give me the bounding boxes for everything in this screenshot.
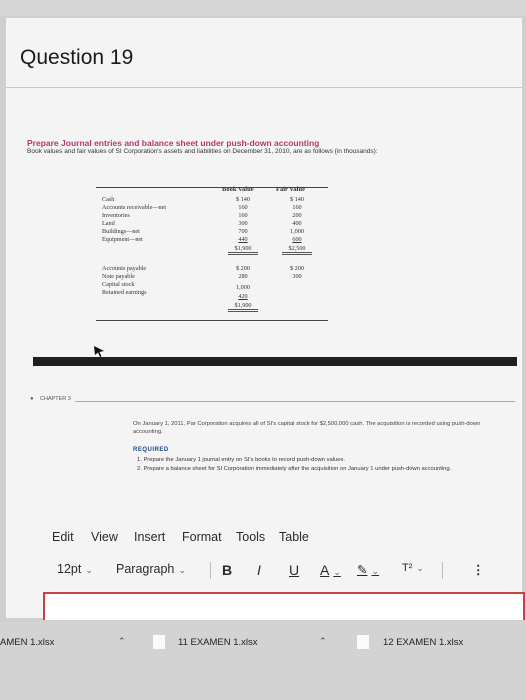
chevron-down-icon: ⌄ xyxy=(178,565,186,575)
assets-total-fair: $2,500 xyxy=(282,245,312,255)
asset-book-value: 300 xyxy=(238,220,248,227)
top-band xyxy=(0,0,526,16)
chapter-marker-icon: ● xyxy=(30,396,34,402)
font-color-button[interactable]: A ⌄ xyxy=(320,562,341,578)
superscript-icon: T² xyxy=(402,562,413,574)
liability-fair-value: 300 xyxy=(292,273,302,280)
asset-fair-value: 1,000 xyxy=(290,228,304,235)
asset-book-value: 160 xyxy=(238,212,248,219)
asset-fair-value: 600 xyxy=(292,236,302,243)
font-color-icon: A xyxy=(320,562,330,578)
font-size-value: 12pt xyxy=(57,562,82,576)
italic-button[interactable]: I xyxy=(257,562,261,578)
download-item-name[interactable]: AMEN 1.xlsx xyxy=(0,637,54,648)
chevron-down-icon: ⌄ xyxy=(371,566,380,576)
chapter-rule xyxy=(75,401,515,402)
chevron-up-icon[interactable]: ⌃ xyxy=(118,636,126,647)
liabilities-total-book: $1,900 xyxy=(228,302,258,312)
toolbar-separator xyxy=(442,562,443,579)
exercise-heading: Prepare Journal entries and balance shee… xyxy=(27,138,320,148)
fair-value-header: Fair Value xyxy=(276,186,305,193)
asset-book-value: 160 xyxy=(238,204,248,211)
more-vertical-icon[interactable]: ⋮ xyxy=(472,562,485,577)
bold-button[interactable]: B xyxy=(222,562,232,578)
required-item: 2. Prepare a balance sheet for SI Corpor… xyxy=(137,466,452,472)
liability-label: Accounts payable xyxy=(102,265,147,272)
liability-label: Capital stock xyxy=(102,281,135,288)
title-divider xyxy=(6,87,522,88)
chevron-down-icon: ⌄ xyxy=(333,567,341,577)
block-style-select[interactable]: Paragraph ⌄ xyxy=(116,562,186,576)
cursor-arrow-icon xyxy=(92,344,106,358)
liability-book-value: 280 xyxy=(238,273,248,280)
image-bottom-bar xyxy=(33,357,517,366)
exercise-subtitle: Book values and fair values of SI Corpor… xyxy=(27,148,378,155)
download-item-name[interactable]: 11 EXAMEN 1.xlsx xyxy=(178,637,258,648)
menu-table[interactable]: Table xyxy=(279,530,309,544)
problem-text: On January 1, 2011, Par Corporation acqu… xyxy=(133,421,481,435)
file-icon xyxy=(357,635,369,649)
file-icon xyxy=(153,635,165,649)
menu-insert[interactable]: Insert xyxy=(134,530,165,544)
asset-book-value: 440 xyxy=(238,236,248,243)
menu-edit[interactable]: Edit xyxy=(52,530,74,544)
liability-label: Note payable xyxy=(102,273,135,280)
download-item-name[interactable]: 12 EXAMEN 1.xlsx xyxy=(383,637,463,648)
required-heading: REQUIRED xyxy=(133,447,169,453)
downloads-bar xyxy=(0,622,526,700)
liability-book-value: $ 200 xyxy=(236,265,250,272)
underline-button[interactable]: U xyxy=(289,562,299,578)
block-style-value: Paragraph xyxy=(116,562,175,576)
asset-label: Land xyxy=(102,220,115,227)
chevron-up-icon[interactable]: ⌃ xyxy=(319,636,327,647)
highlight-pen-icon: ✎ xyxy=(357,563,368,577)
question-title: Question 19 xyxy=(20,46,134,69)
liability-book-value: 420 xyxy=(238,293,248,300)
asset-fair-value: 160 xyxy=(292,204,302,211)
font-size-select[interactable]: 12pt ⌄ xyxy=(57,562,93,576)
asset-book-value: $ 140 xyxy=(236,196,250,203)
answer-editor[interactable] xyxy=(43,592,525,620)
required-item: 1. Prepare the January 1 journal entry o… xyxy=(137,457,345,463)
asset-label: Cash xyxy=(102,196,115,203)
asset-label: Buildings—net xyxy=(102,228,140,235)
highlight-button[interactable]: ✎ ⌄ xyxy=(357,562,379,577)
assets-total-book: $1,900 xyxy=(228,245,258,255)
toolbar-separator xyxy=(210,562,211,579)
chapter-strip: ● CHAPTER 3 xyxy=(30,395,518,407)
editor-toolbar: 12pt ⌄ Paragraph ⌄ B I U A ⌄ ✎ ⌄ T² ⌄ ⋮ xyxy=(52,562,522,580)
menu-view[interactable]: View xyxy=(91,530,118,544)
book-value-header: Book Value xyxy=(222,186,254,193)
chevron-down-icon: ⌄ xyxy=(416,563,424,573)
asset-label: Accounts receivable—net xyxy=(102,204,167,211)
liability-label: Retained earnings xyxy=(102,289,147,296)
chapter-label: CHAPTER 3 xyxy=(40,396,71,402)
liability-book-value: 1,000 xyxy=(236,284,250,291)
asset-book-value: 700 xyxy=(238,228,248,235)
asset-fair-value: 400 xyxy=(292,220,302,227)
asset-fair-value: 200 xyxy=(292,212,302,219)
superscript-button[interactable]: T² ⌄ xyxy=(402,562,424,574)
asset-fair-value: $ 140 xyxy=(290,196,304,203)
menu-tools[interactable]: Tools xyxy=(236,530,265,544)
menu-format[interactable]: Format xyxy=(182,530,222,544)
liability-fair-value: $ 200 xyxy=(290,265,304,272)
asset-label: Inventories xyxy=(102,212,130,219)
chevron-down-icon: ⌄ xyxy=(85,565,93,575)
asset-label: Equipment—net xyxy=(102,236,143,243)
